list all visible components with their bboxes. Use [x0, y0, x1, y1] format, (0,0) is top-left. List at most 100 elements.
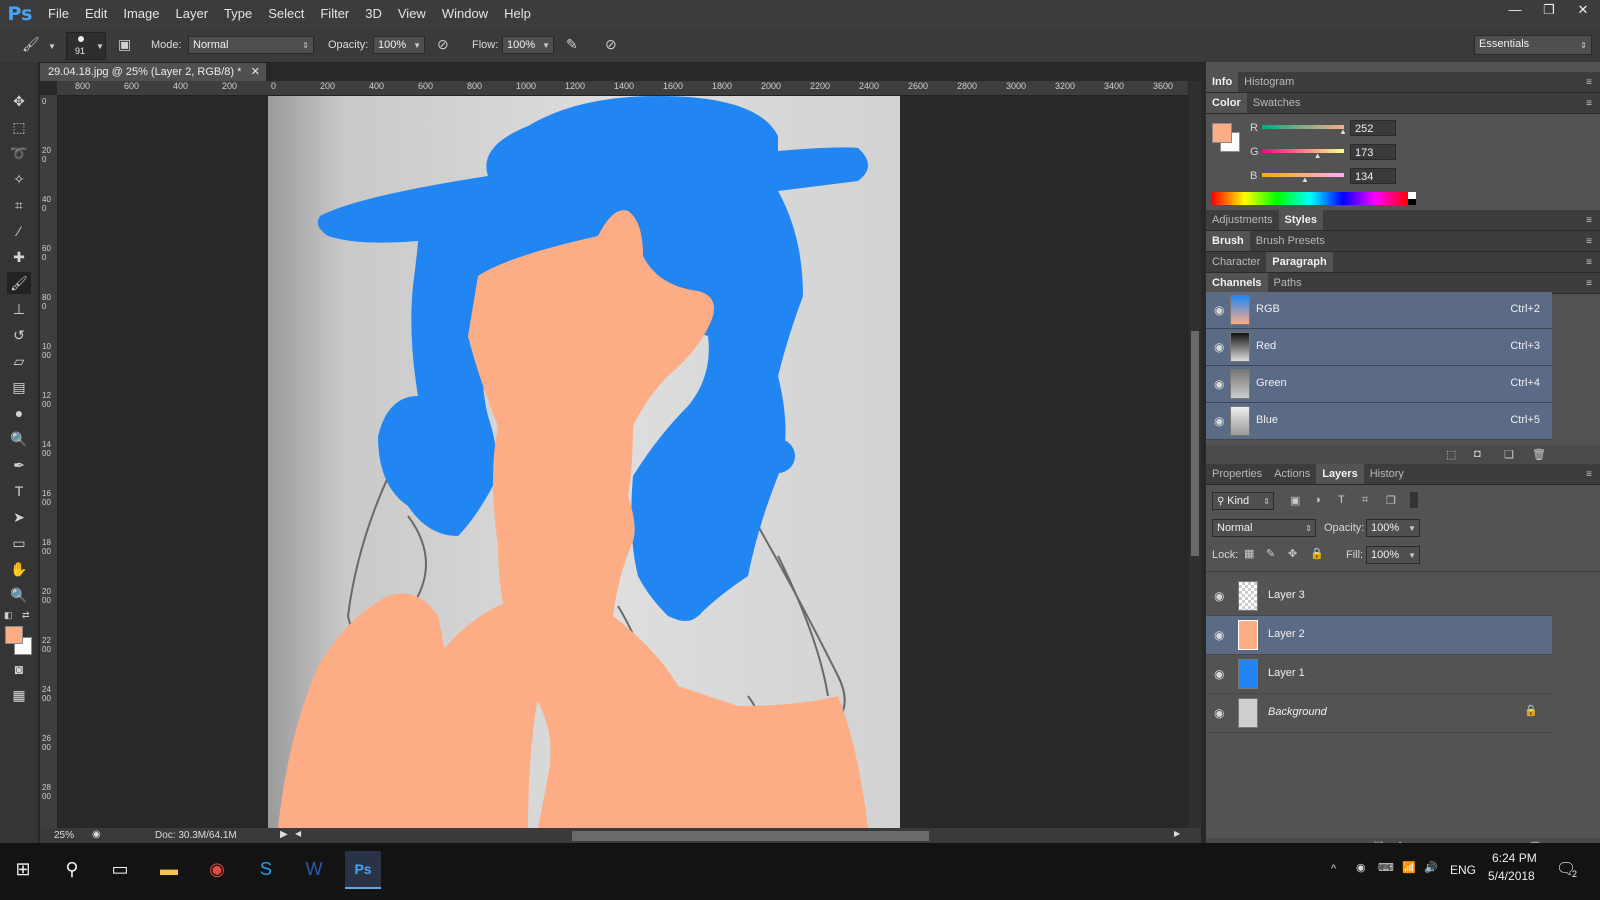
language-indicator[interactable]: ENG [1450, 863, 1476, 877]
clock-date[interactable]: 5/4/2018 [1488, 869, 1535, 883]
menu-select[interactable]: Select [260, 0, 312, 28]
tab-paths[interactable]: Paths [1268, 273, 1308, 293]
layer-row[interactable]: ◉ Background 🔒 [1206, 694, 1552, 733]
tab-adjustments[interactable]: Adjustments [1206, 210, 1279, 230]
lock-all-icon[interactable]: 🔒 [1310, 547, 1324, 560]
minimize-button[interactable]: — [1498, 0, 1532, 20]
tab-layers[interactable]: Layers [1316, 464, 1364, 484]
rectangle-tool-icon[interactable]: ▭ [7, 532, 31, 554]
save-selection-icon[interactable]: ◘ [1474, 448, 1481, 460]
panel-menu-icon[interactable]: ≡ [1586, 77, 1592, 88]
restore-button[interactable]: ❐ [1532, 0, 1566, 20]
foreground-color-swatch[interactable] [5, 626, 23, 644]
red-slider-thumb[interactable]: ▲ [1339, 127, 1347, 136]
swap-colors-icon[interactable]: ⇄ [22, 610, 30, 621]
layer-opacity-input[interactable]: 100% ▼ [1366, 519, 1420, 537]
menu-filter[interactable]: Filter [312, 0, 357, 28]
tab-paragraph[interactable]: Paragraph [1266, 252, 1333, 272]
skype-icon[interactable]: S [248, 851, 284, 887]
close-document-icon[interactable]: ✕ [251, 63, 260, 81]
horizontal-scroll-thumb[interactable] [572, 831, 929, 841]
wifi-icon[interactable]: 📶 [1402, 861, 1416, 874]
eye-icon[interactable]: ◉ [1214, 303, 1224, 317]
hand-tool-icon[interactable]: ✋ [7, 558, 31, 580]
chrome-tray-icon[interactable]: ◉ [1356, 861, 1366, 874]
filter-type-icon[interactable]: T [1338, 494, 1345, 506]
tab-brush-presets[interactable]: Brush Presets [1250, 231, 1331, 251]
panel-menu-icon[interactable]: ≡ [1586, 257, 1592, 268]
menu-3d[interactable]: 3D [357, 0, 390, 28]
black-chip[interactable] [1408, 199, 1416, 205]
eyedropper-tool-icon[interactable]: ⁄ [7, 220, 31, 242]
path-selection-tool-icon[interactable]: ➤ [7, 506, 31, 528]
volume-icon[interactable]: 🔊 [1424, 861, 1438, 874]
airbrush-icon[interactable]: ✎ [566, 36, 578, 53]
red-slider[interactable] [1262, 125, 1344, 129]
eye-icon[interactable]: ◉ [1214, 589, 1224, 603]
panel-menu-icon[interactable]: ≡ [1586, 278, 1592, 289]
default-colors-icon[interactable]: ◧ [4, 610, 13, 621]
healing-brush-tool-icon[interactable]: ✚ [7, 246, 31, 268]
stamp-tool-icon[interactable]: ⊥ [7, 298, 31, 320]
eraser-tool-icon[interactable]: ▱ [7, 350, 31, 372]
photoshop-taskbar-icon[interactable]: Ps [345, 851, 381, 889]
tab-info[interactable]: Info [1206, 72, 1239, 92]
menu-help[interactable]: Help [496, 0, 539, 28]
show-hidden-icons-icon[interactable]: ^ [1331, 863, 1336, 875]
eye-icon[interactable]: ◉ [1214, 706, 1224, 720]
tab-character[interactable]: Character [1206, 252, 1266, 272]
opacity-input[interactable]: 100% ▼ [373, 36, 425, 54]
blue-value-input[interactable]: 134 [1350, 168, 1396, 184]
blur-tool-icon[interactable]: ● [7, 402, 31, 424]
tab-histogram[interactable]: Histogram [1238, 72, 1300, 92]
close-button[interactable]: ✕ [1566, 0, 1600, 20]
load-selection-icon[interactable]: ⬚ [1446, 448, 1456, 461]
move-tool-icon[interactable]: ✥ [7, 90, 31, 112]
status-info-icon[interactable]: ◉ [92, 829, 101, 840]
status-menu-arrow-icon[interactable]: ▶ [280, 829, 288, 840]
zoom-level[interactable]: 25% [54, 830, 74, 841]
scroll-right-icon[interactable]: ▶ [1174, 829, 1180, 838]
green-slider[interactable] [1262, 149, 1344, 153]
windows-start-icon[interactable]: ⊞ [5, 851, 41, 887]
tab-channels[interactable]: Channels [1206, 273, 1268, 293]
panel-menu-icon[interactable]: ≡ [1586, 98, 1592, 109]
scroll-left-icon[interactable]: ◀ [295, 829, 301, 838]
white-chip[interactable] [1408, 192, 1416, 199]
quick-select-tool-icon[interactable]: ✧ [7, 168, 31, 190]
foreground-color-chip[interactable] [1212, 123, 1232, 143]
vertical-scrollbar[interactable] [1189, 81, 1201, 828]
red-value-input[interactable]: 252 [1350, 120, 1396, 136]
filter-toggle[interactable] [1410, 492, 1418, 508]
menu-image[interactable]: Image [115, 0, 167, 28]
lock-transparency-icon[interactable]: ▦ [1244, 547, 1254, 560]
filter-adjustment-icon[interactable]: ◑ [1314, 494, 1321, 506]
quick-mask-icon[interactable]: ◙ [7, 658, 31, 680]
green-slider-thumb[interactable]: ▲ [1314, 151, 1322, 160]
menu-layer[interactable]: Layer [168, 0, 217, 28]
green-value-input[interactable]: 173 [1350, 144, 1396, 160]
tab-properties[interactable]: Properties [1206, 464, 1268, 484]
chrome-icon[interactable]: ◉ [199, 851, 235, 887]
filter-smart-object-icon[interactable]: ❐ [1386, 494, 1396, 507]
blend-mode-select[interactable]: Normal ⇕ [1212, 519, 1316, 537]
layer-row[interactable]: ◉ Layer 1 [1206, 655, 1552, 694]
pressure-size-icon[interactable]: ⊘ [605, 36, 617, 53]
filter-pixel-icon[interactable]: ▣ [1290, 494, 1300, 507]
pen-tool-icon[interactable]: ✒ [7, 454, 31, 476]
pressure-opacity-icon[interactable]: ⊘ [437, 36, 449, 53]
filter-shape-icon[interactable]: ⌗ [1362, 494, 1368, 507]
eye-icon[interactable]: ◉ [1214, 667, 1224, 681]
tab-styles[interactable]: Styles [1278, 210, 1323, 230]
file-explorer-icon[interactable]: ▬ [151, 851, 187, 887]
channel-row[interactable]: ◉ RGB Ctrl+2 [1206, 292, 1552, 329]
document-tab[interactable]: 29.04.18.jpg @ 25% (Layer 2, RGB/8) * ✕ [40, 63, 266, 81]
color-spectrum-ramp[interactable] [1212, 192, 1408, 205]
brush-tool-icon[interactable]: 🖌 [22, 36, 40, 53]
panel-menu-icon[interactable]: ≡ [1586, 215, 1592, 226]
brush-panel-toggle-icon[interactable]: ▣ [118, 36, 131, 53]
tab-color[interactable]: Color [1206, 93, 1247, 113]
task-view-icon[interactable]: ▭ [102, 851, 138, 887]
layer-row-selected[interactable]: ◉ Layer 2 [1206, 616, 1552, 655]
flow-input[interactable]: 100% ▼ [502, 36, 554, 54]
